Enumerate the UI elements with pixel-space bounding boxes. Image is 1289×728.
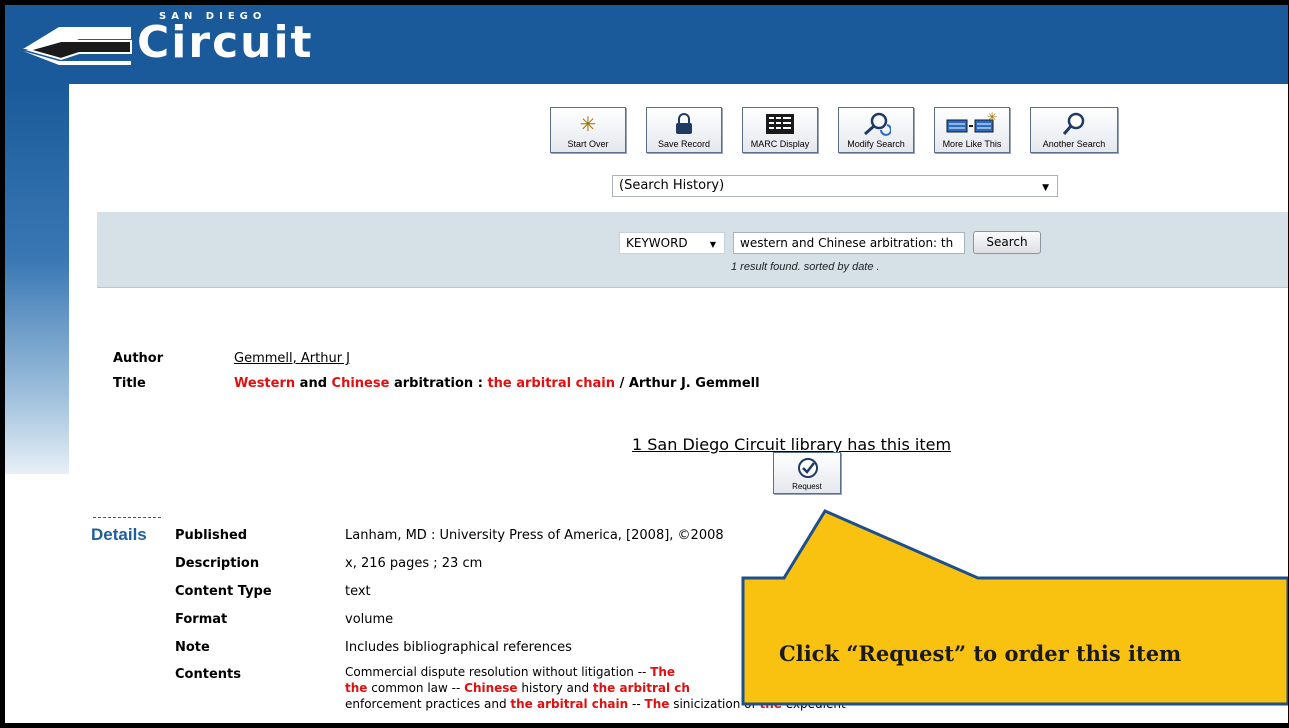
chevron-down-icon: ▼ — [709, 240, 716, 249]
title-text: arbitration : — [393, 376, 483, 391]
published-value: Lanham, MD : University Press of America… — [345, 528, 724, 543]
star-burst-icon: ✳ — [579, 112, 597, 136]
start-over-button[interactable]: ✳ Start Over — [550, 107, 626, 153]
title-text: and — [299, 376, 328, 391]
lock-icon — [676, 113, 692, 134]
content-type-value: text — [345, 584, 371, 599]
details-divider — [93, 517, 161, 518]
result-count: 1 result found. sorted by date . — [731, 261, 880, 273]
details-heading: Details — [91, 525, 147, 544]
search-history-value: (Search History) — [619, 178, 725, 193]
title-highlight: the arbitral chain — [487, 376, 616, 391]
search-input[interactable]: western and Chinese arbitration: th — [733, 232, 965, 254]
marc-display-button[interactable]: MARC Display — [742, 107, 818, 153]
note-value: Includes bibliographical references — [345, 640, 572, 655]
description-value: x, 216 pages ; 23 cm — [345, 556, 483, 571]
magnifier-refresh-icon — [864, 112, 891, 136]
record-title: Western and Chinese arbitration : the ar… — [234, 376, 760, 391]
circuit-logo[interactable]: SAN DIEGO Circuit — [19, 11, 319, 77]
contents-highlight: the arbitral chain — [510, 697, 629, 711]
request-button[interactable]: Request — [773, 452, 841, 494]
contents-highlight: Chinese — [464, 681, 518, 695]
title-highlight: Western — [234, 376, 296, 391]
magnifier-icon — [1062, 112, 1085, 135]
format-label: Format — [175, 612, 228, 627]
modify-search-label: Modify Search — [847, 139, 905, 149]
marc-display-label: MARC Display — [750, 139, 810, 149]
checkmark-circle-icon — [798, 458, 818, 478]
pen-logo-icon — [23, 27, 132, 65]
callout-text: Click “Request” to order this item — [779, 641, 1182, 666]
svg-text:✳: ✳ — [987, 112, 997, 124]
page: SAN DIEGO Circuit ✳ Start Over Save Reco… — [5, 5, 1288, 723]
search-type-select[interactable]: KEYWORD ▼ — [619, 232, 725, 254]
another-search-button[interactable]: Another Search — [1030, 107, 1118, 153]
contents-label: Contents — [175, 667, 241, 682]
format-value: volume — [345, 612, 394, 627]
title-text: / Arthur J. Gemmell — [619, 376, 760, 391]
logo-title: Circuit — [137, 17, 314, 68]
title-label: Title — [113, 376, 146, 391]
contents-highlight: The — [650, 665, 676, 679]
another-search-label: Another Search — [1042, 139, 1106, 149]
side-gradient-band — [5, 84, 69, 474]
contents-text: history and — [521, 681, 590, 695]
contents-highlight: the — [345, 681, 368, 695]
contents-highlight: The — [644, 697, 670, 711]
contents-text: Commercial dispute resolution without li… — [345, 665, 647, 679]
author-link[interactable]: Gemmell, Arthur J — [234, 351, 350, 366]
published-label: Published — [175, 528, 248, 543]
chevron-down-icon: ▼ — [1042, 183, 1049, 193]
more-like-this-button[interactable]: ✳ More Like This — [934, 107, 1010, 153]
contents-text: -- — [632, 697, 641, 711]
search-bar: KEYWORD ▼ western and Chinese arbitratio… — [97, 212, 1288, 288]
search-history-select[interactable]: (Search History) ▼ — [612, 175, 1058, 197]
marc-grid-icon — [766, 114, 794, 134]
contents-text: enforcement practices and — [345, 697, 507, 711]
contents-highlight: the arbitral ch — [592, 681, 690, 695]
search-type-value: KEYWORD — [626, 236, 688, 250]
save-record-button[interactable]: Save Record — [646, 107, 722, 153]
search-button[interactable]: Search — [973, 231, 1041, 254]
start-over-label: Start Over — [567, 139, 609, 149]
contents-text: common law -- — [371, 681, 461, 695]
author-label: Author — [113, 351, 164, 366]
save-record-label: Save Record — [657, 139, 711, 149]
modify-search-button[interactable]: Modify Search — [838, 107, 914, 153]
request-callout — [741, 509, 1288, 706]
more-like-this-label: More Like This — [942, 139, 1002, 149]
description-label: Description — [175, 556, 260, 571]
records-star-icon: ✳ — [946, 112, 997, 133]
title-highlight: Chinese — [331, 376, 390, 391]
request-label: Request — [792, 482, 822, 491]
content-type-label: Content Type — [175, 584, 272, 599]
note-label: Note — [175, 640, 210, 655]
